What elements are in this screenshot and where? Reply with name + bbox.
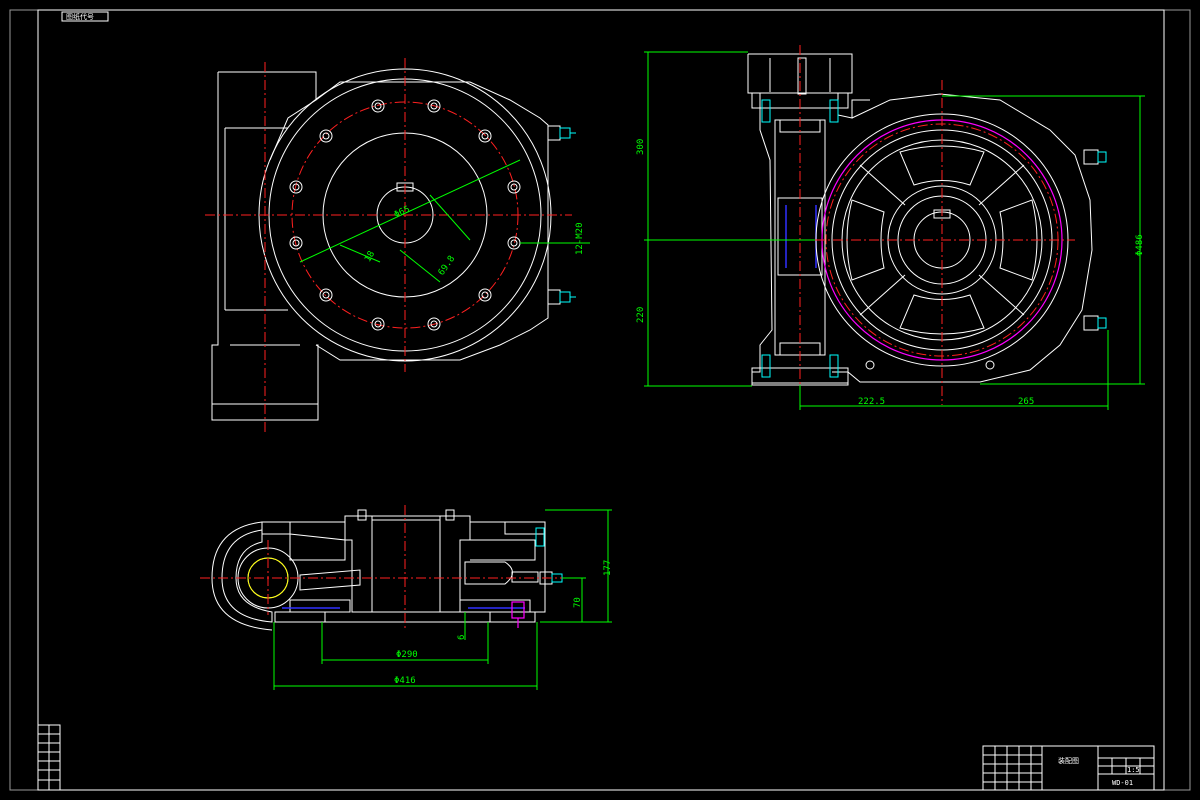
dim-bore: Φ65: [393, 205, 412, 221]
title-block: 装配图 WD-01 1:5: [982, 745, 1155, 791]
left-revision-strip: [37, 724, 61, 791]
front-view: Φ65 18 69.8 12-M20: [205, 58, 590, 432]
dim-outer: Φ416: [394, 676, 416, 686]
title-block-code: WD-01: [1112, 779, 1133, 787]
dim-lower: 220: [636, 307, 646, 323]
dim-keydepth: 69.8: [437, 254, 458, 278]
dim-key: 18: [363, 250, 377, 264]
cad-drawing-canvas: 图纸代号 Φ65 18 69.8 12-M20 300 220 222.5 26…: [0, 0, 1200, 800]
drawing-svg: 图纸代号 Φ65 18 69.8 12-M20 300 220 222.5 26…: [9, 9, 1191, 791]
dim-right: 265: [1018, 397, 1034, 407]
dim-height: 177: [603, 560, 613, 576]
dim-small: 6: [457, 635, 467, 640]
title-block-name: 装配图: [1058, 756, 1079, 765]
dim-upper: 300: [636, 139, 646, 155]
corner-label-box: 图纸代号: [61, 11, 109, 22]
dim-left: 222.5: [858, 397, 885, 407]
side-view: 300 220 222.5 265 Φ486: [636, 45, 1145, 410]
dim-flange: 70: [573, 597, 583, 608]
drawing-border: [9, 9, 1191, 791]
dim-inner: Φ290: [396, 650, 418, 660]
corner-label: 图纸代号: [66, 12, 94, 21]
section-view: 177 70 6 Φ290 Φ416: [200, 505, 613, 690]
dim-diameter: Φ486: [1135, 234, 1145, 256]
dim-holes: 12-M20: [575, 222, 585, 255]
title-block-scale: 1:5: [1127, 766, 1140, 774]
